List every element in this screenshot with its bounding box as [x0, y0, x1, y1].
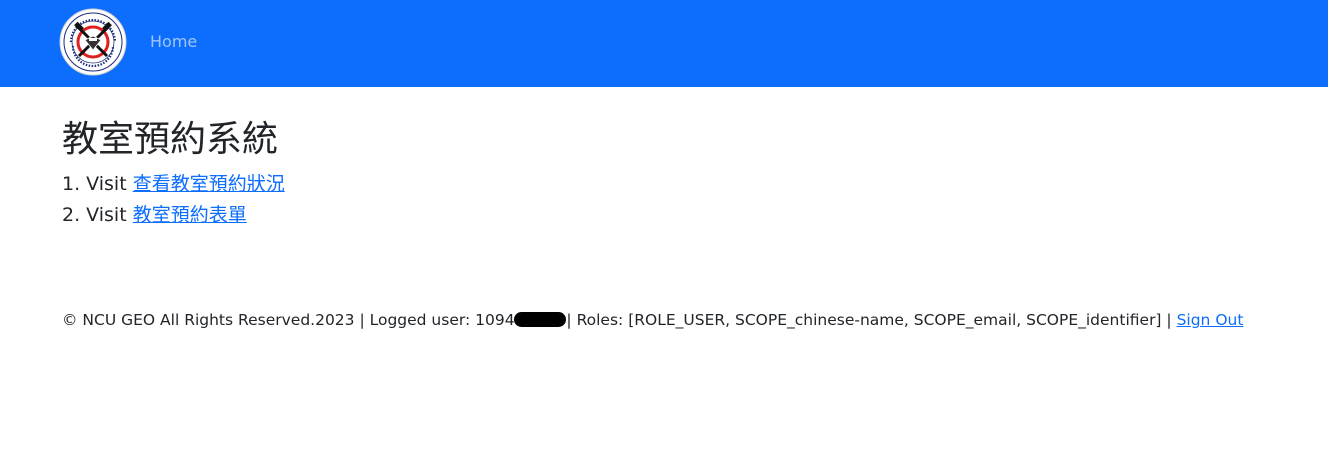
view-classroom-status-link[interactable]: 查看教室預約狀況: [133, 173, 285, 195]
sign-out-link[interactable]: Sign Out: [1177, 311, 1244, 329]
redaction-mark: [514, 312, 567, 327]
institute-seal-logo-icon[interactable]: [59, 8, 127, 76]
list-item: 1. Visit 查看教室預約狀況: [62, 171, 285, 197]
list-item: 2. Visit 教室預約表單: [62, 202, 247, 228]
classroom-booking-form-link[interactable]: 教室預約表單: [133, 204, 247, 226]
list-item-prefix: 1. Visit: [62, 173, 127, 195]
footer-copyright-text: © NCU GEO All Rights Reserved.2023 | Log…: [62, 311, 525, 329]
top-navbar: Home: [0, 0, 1328, 87]
footer-roles-text: | Roles: [ROLE_USER, SCOPE_chinese-name,…: [566, 311, 1172, 329]
page-title: 教室預約系統: [62, 119, 279, 160]
list-item-prefix: 2. Visit: [62, 204, 127, 226]
nav-home-link[interactable]: Home: [150, 31, 197, 53]
footer: © NCU GEO All Rights Reserved.2023 | Log…: [62, 309, 1243, 331]
